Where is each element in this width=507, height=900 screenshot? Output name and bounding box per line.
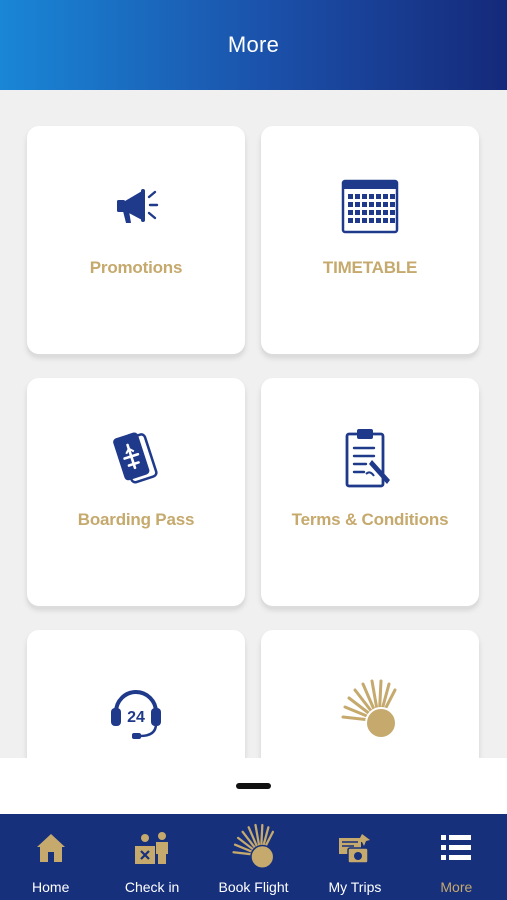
sheet-drag-handle[interactable] [236,783,271,789]
tab-label: Book Flight [218,879,289,895]
tab-label: Home [32,879,70,895]
support-24-headset-icon: 24 [27,680,245,740]
page-title: More [227,32,280,57]
tab-label: More [440,879,473,895]
card-label: Boarding Pass [77,510,195,529]
card-label: Terms & Conditions [291,510,449,529]
clipboard-icon [261,428,479,488]
tab-more[interactable]: More [406,814,507,900]
tab-label: Check in [124,879,180,895]
tab-check-in[interactable]: Check in [101,814,202,900]
timetable-card[interactable]: TIMETABLE [261,126,479,354]
bottom-sheet[interactable] [0,758,507,814]
promotions-card[interactable]: Promotions [27,126,245,354]
tab-book-flight[interactable]: Book Flight [203,814,304,900]
card-label: TIMETABLE [322,258,418,277]
home-icon [0,828,101,868]
header-bar: More [0,0,507,90]
card-label: Promotions [89,258,183,277]
my-trips-icon [304,828,405,868]
sunburst-logo-icon [203,822,304,872]
tab-home[interactable]: Home [0,814,101,900]
check-in-icon [101,828,202,868]
sunburst-logo-icon [261,679,479,740]
tab-my-trips[interactable]: My Trips [304,814,405,900]
calendar-icon [261,176,479,236]
loyalty-card[interactable] [261,630,479,758]
support-card[interactable]: 24 [27,630,245,758]
more-grid: Promotions TIMETABLE Boarding Pass Terms… [0,90,507,758]
bottom-tab-bar: Home Check in Book Flight My Trips More [0,814,507,900]
svg-text:24: 24 [127,709,145,726]
terms-conditions-card[interactable]: Terms & Conditions [261,378,479,606]
megaphone-icon [27,176,245,236]
boarding-pass-card[interactable]: Boarding Pass [27,378,245,606]
tab-label: My Trips [328,879,382,895]
boarding-pass-icon [27,428,245,488]
list-icon [406,828,507,868]
